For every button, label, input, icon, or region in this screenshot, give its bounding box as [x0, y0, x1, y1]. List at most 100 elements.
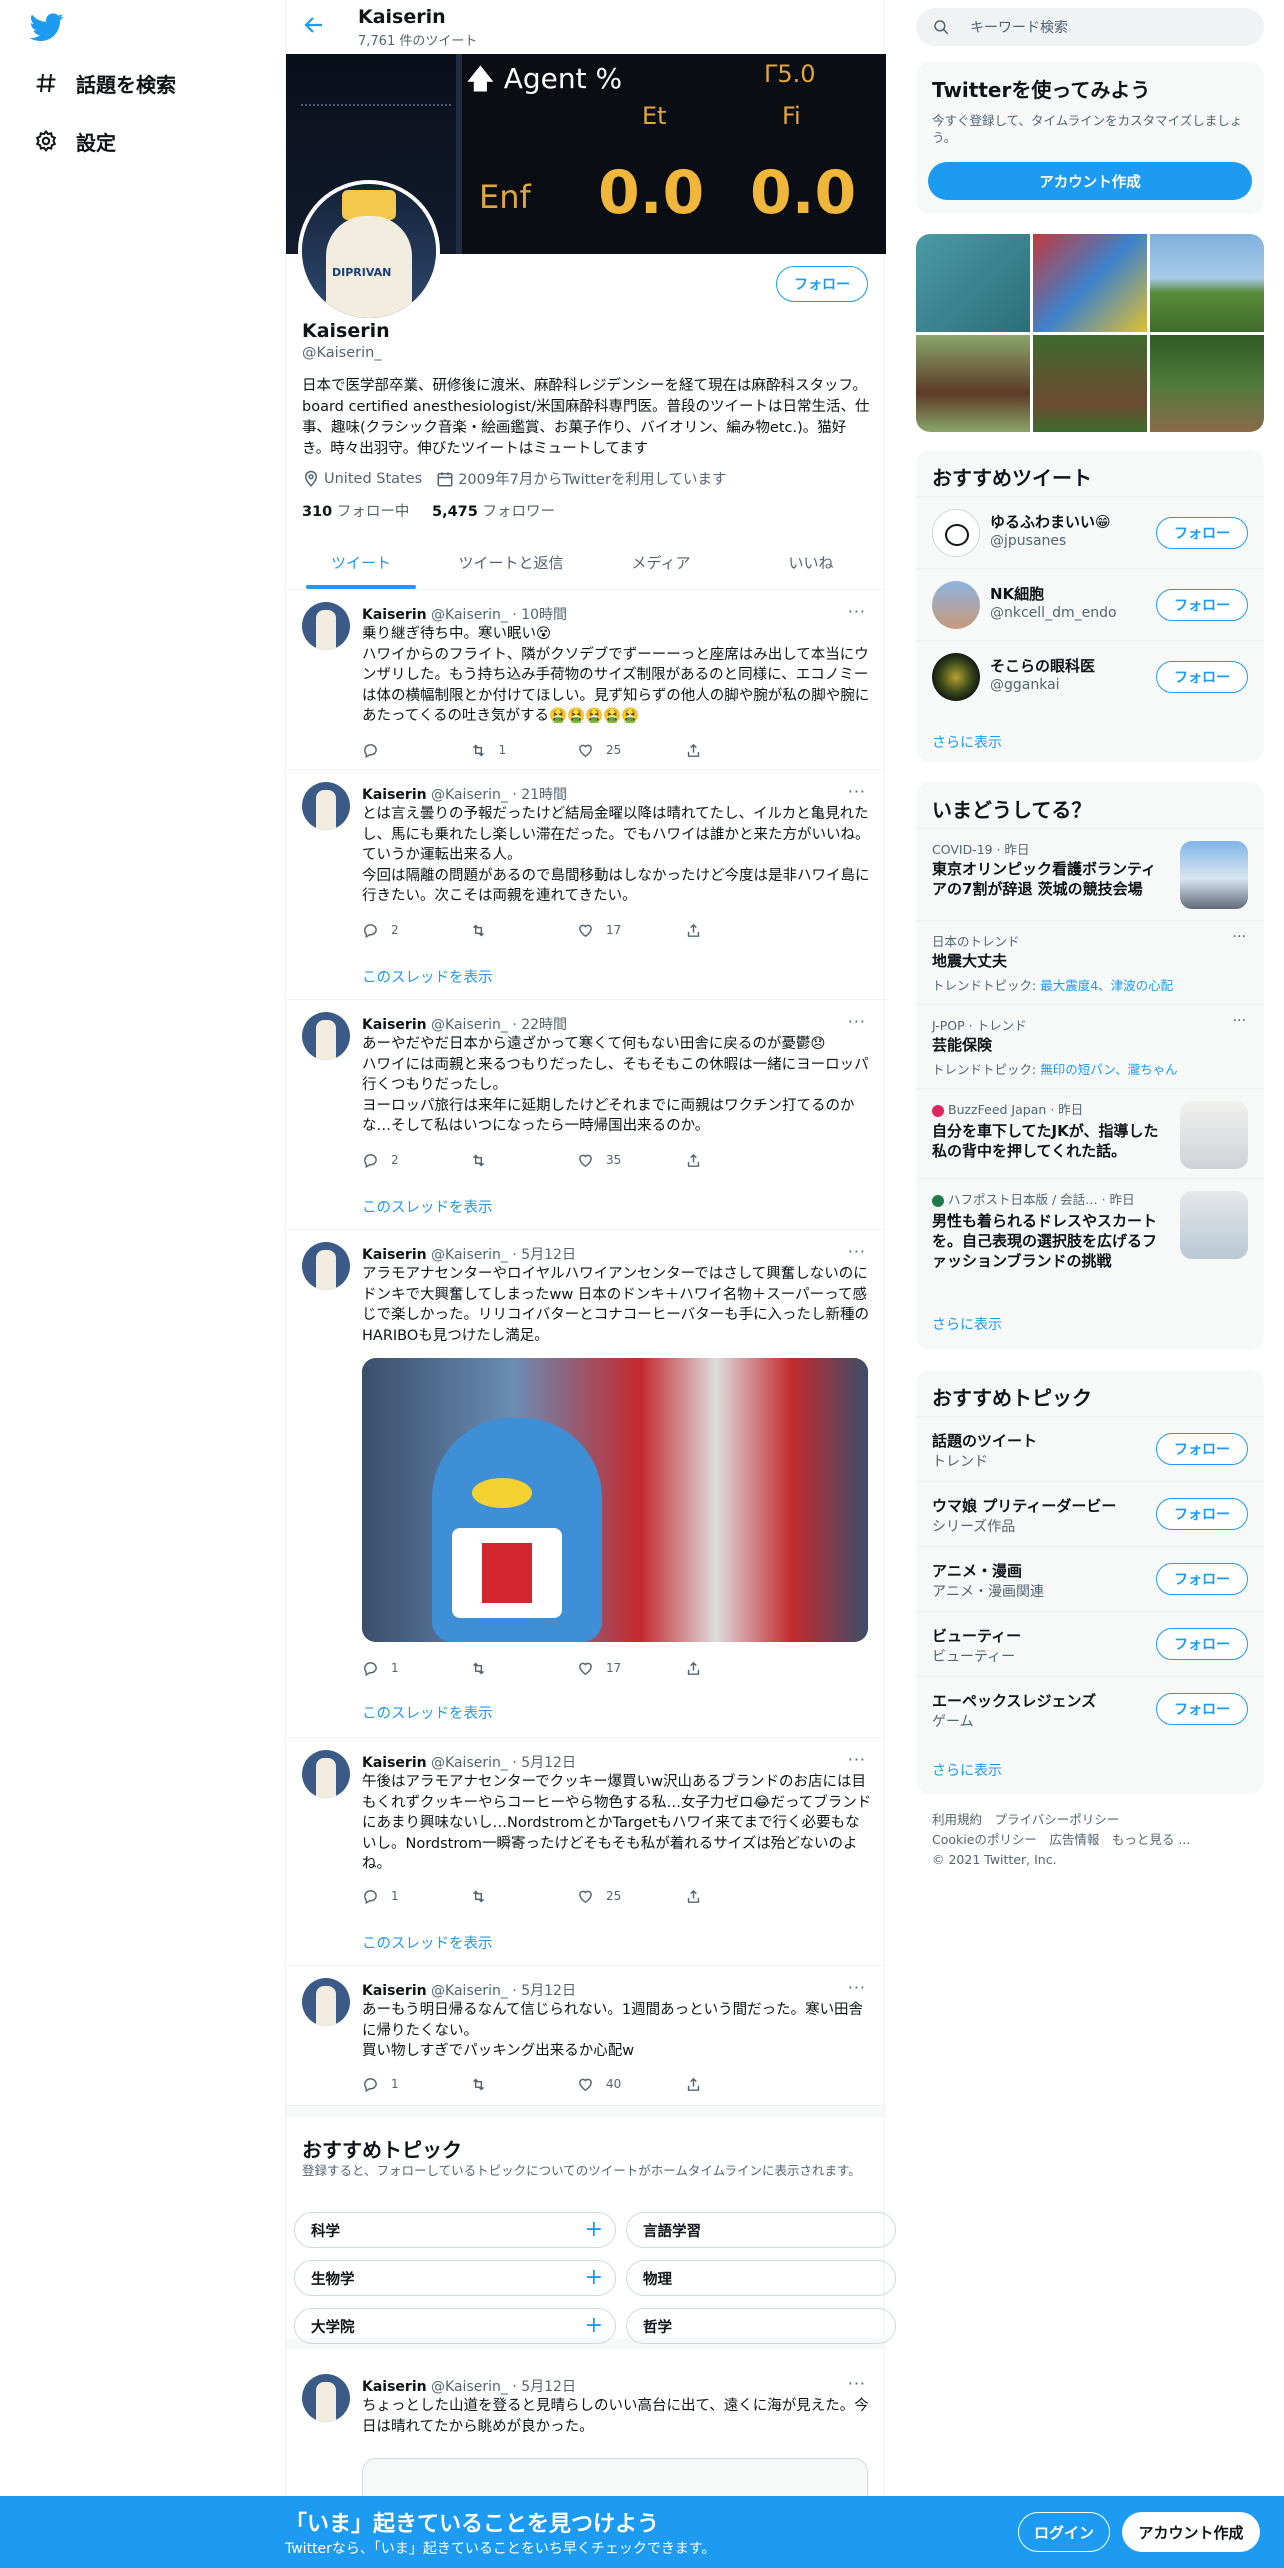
- trend-subtitle-topics[interactable]: 最大震度4、津波の心配: [1040, 978, 1173, 993]
- avatar[interactable]: [932, 581, 980, 629]
- tweet-author[interactable]: Kaiserin: [362, 1983, 427, 1999]
- retweet-button[interactable]: [470, 2074, 578, 2094]
- create-account-button[interactable]: アカウント作成: [928, 162, 1252, 200]
- topic-item[interactable]: ウマ娘 プリティーダービー シリーズ作品 フォロー: [916, 1481, 1264, 1546]
- tweet-author[interactable]: Kaiserin: [362, 2379, 427, 2395]
- trend-item[interactable]: COVID-19 · 昨日 東京オリンピック看護ボランティアの7割が辞退 茨城の…: [916, 828, 1264, 920]
- tweet-avatar[interactable]: [302, 1242, 350, 1290]
- tweet[interactable]: Kaiserin @Kaiserin_ · 5月12日 ··· ちょっとした山道…: [286, 2362, 886, 2518]
- like-button[interactable]: 17: [577, 1658, 685, 1678]
- twitter-logo-icon[interactable]: [29, 10, 64, 44]
- more-icon[interactable]: ···: [848, 1242, 866, 1261]
- tweet-author[interactable]: Kaiserin: [362, 1247, 427, 1263]
- like-button[interactable]: 35: [577, 1150, 685, 1170]
- reply-button[interactable]: 2: [362, 920, 470, 940]
- tweet-avatar[interactable]: [302, 1750, 350, 1798]
- show-more-link[interactable]: さらに表示: [932, 732, 1002, 752]
- tab-media[interactable]: メディア: [586, 536, 736, 589]
- topic-item[interactable]: アニメ・漫画 アニメ・漫画関連 フォロー: [916, 1546, 1264, 1611]
- tweet[interactable]: Kaiserin @Kaiserin_ · 5月12日 ··· アラモアナセンタ…: [286, 1230, 886, 1738]
- follow-button[interactable]: フォロー: [1156, 1433, 1248, 1465]
- followers-link[interactable]: 5,475 フォロワー: [432, 504, 555, 520]
- rec-user-name[interactable]: そこらの眼科医: [990, 655, 1095, 676]
- follow-button[interactable]: フォロー: [1156, 1563, 1248, 1595]
- avatar[interactable]: [932, 509, 980, 557]
- more-icon[interactable]: ···: [1233, 929, 1246, 945]
- media-thumb-landscape[interactable]: [1150, 234, 1264, 332]
- topic-pill[interactable]: 生物学 +: [294, 2260, 616, 2296]
- trend-item[interactable]: ハフポスト日本版 / 会話… · 昨日 男性も着られるドレスやスカートを。自己表…: [916, 1178, 1264, 1306]
- avatar[interactable]: [932, 653, 980, 701]
- search-box[interactable]: キーワード検索: [916, 8, 1264, 46]
- reply-button[interactable]: [362, 740, 470, 760]
- media-grid[interactable]: [916, 234, 1264, 432]
- like-button[interactable]: 25: [577, 740, 685, 760]
- footer-line-1[interactable]: 利用規約 プライバシーポリシー: [932, 1810, 1190, 1830]
- media-thumb-forest[interactable]: [1150, 335, 1264, 432]
- topic-item[interactable]: ビューティー ビューティー フォロー: [916, 1611, 1264, 1676]
- share-button[interactable]: [685, 740, 793, 760]
- follow-button[interactable]: フォロー: [1156, 1498, 1248, 1530]
- retweet-button[interactable]: [470, 1886, 578, 1906]
- back-arrow-icon[interactable]: [302, 13, 330, 41]
- retweet-button[interactable]: [470, 920, 578, 940]
- show-thread-link[interactable]: このスレッドを表示: [362, 1932, 493, 1953]
- tweet[interactable]: Kaiserin @Kaiserin_ · 10時間 ··· 乗り継ぎ待ち中。寒…: [286, 590, 886, 770]
- media-thumb-penguin[interactable]: [1033, 234, 1147, 332]
- share-button[interactable]: [685, 920, 793, 940]
- tab-likes[interactable]: いいね: [736, 536, 886, 589]
- tweet-avatar[interactable]: [302, 782, 350, 830]
- follow-button[interactable]: フォロー: [1156, 589, 1248, 621]
- search-input[interactable]: キーワード検索: [970, 17, 1068, 37]
- tweet-photo[interactable]: [362, 1358, 868, 1642]
- reply-button[interactable]: 1: [362, 1658, 470, 1678]
- nav-explore[interactable]: 話題を検索: [32, 63, 176, 103]
- tab-tweets[interactable]: ツイート: [286, 536, 436, 589]
- tweet[interactable]: Kaiserin @Kaiserin_ · 5月12日 ··· あーもう明日帰る…: [286, 1966, 886, 2106]
- footer-line-2[interactable]: Cookieのポリシー 広告情報 もっと見る ...: [932, 1830, 1190, 1850]
- more-icon[interactable]: ···: [848, 1012, 866, 1031]
- tweet[interactable]: Kaiserin @Kaiserin_ · 21時間 ··· とは言え曇りの予報…: [286, 770, 886, 1000]
- tweet[interactable]: Kaiserin @Kaiserin_ · 22時間 ··· あーやだやだ日本か…: [286, 1000, 886, 1230]
- show-thread-link[interactable]: このスレッドを表示: [362, 966, 493, 987]
- topic-pill[interactable]: 物理: [626, 2260, 896, 2296]
- nav-settings[interactable]: 設定: [32, 121, 116, 161]
- profile-avatar[interactable]: DIPRIVAN: [298, 180, 440, 322]
- like-button[interactable]: 25: [577, 1886, 685, 1906]
- more-icon[interactable]: ···: [848, 602, 866, 621]
- follow-button[interactable]: フォロー: [776, 266, 868, 302]
- trend-item[interactable]: BuzzFeed Japan · 昨日 自分を車下してたJKが、指導した私の背中…: [916, 1088, 1264, 1178]
- rec-user[interactable]: NK細胞 @nkcell_dm_endo フォロー: [916, 568, 1264, 640]
- share-button[interactable]: [685, 1658, 793, 1678]
- tab-tweets-replies[interactable]: ツイートと返信: [436, 536, 586, 589]
- topic-pill[interactable]: 科学 +: [294, 2212, 616, 2248]
- follow-button[interactable]: フォロー: [1156, 661, 1248, 693]
- follow-button[interactable]: フォロー: [1156, 1628, 1248, 1660]
- media-thumb-trail[interactable]: [1033, 335, 1147, 432]
- login-button[interactable]: ログイン: [1018, 2512, 1110, 2552]
- more-icon[interactable]: ···: [1233, 1013, 1246, 1029]
- follow-button[interactable]: フォロー: [1156, 1693, 1248, 1725]
- follow-button[interactable]: フォロー: [1156, 517, 1248, 549]
- show-thread-link[interactable]: このスレッドを表示: [362, 1702, 493, 1723]
- retweet-button[interactable]: 1: [470, 740, 578, 760]
- share-button[interactable]: [685, 1886, 793, 1906]
- trend-item[interactable]: J-POP · トレンド ··· 芸能保険 トレンドトピック: 無印の短パン、瀧…: [916, 1004, 1264, 1088]
- topic-item[interactable]: 話題のツイート トレンド フォロー: [916, 1416, 1264, 1481]
- media-thumb-turtle[interactable]: [916, 234, 1030, 332]
- trend-item[interactable]: 日本のトレンド ··· 地震大丈夫 トレンドトピック: 最大震度4、津波の心配: [916, 920, 1264, 1004]
- reply-button[interactable]: 2: [362, 1150, 470, 1170]
- more-icon[interactable]: ···: [848, 1750, 866, 1769]
- following-link[interactable]: 310 フォロー中: [302, 504, 409, 520]
- topic-pill[interactable]: 哲学: [626, 2308, 896, 2344]
- rec-user[interactable]: そこらの眼科医 @ggankai フォロー: [916, 640, 1264, 712]
- reply-button[interactable]: 1: [362, 1886, 470, 1906]
- rec-user-name[interactable]: NK細胞: [990, 583, 1044, 604]
- retweet-button[interactable]: [470, 1658, 578, 1678]
- tweet-avatar[interactable]: [302, 1978, 350, 2026]
- tweet-author[interactable]: Kaiserin: [362, 787, 427, 803]
- topic-item[interactable]: エーペックスレジェンズ ゲーム フォロー: [916, 1676, 1264, 1741]
- like-button[interactable]: 40: [577, 2074, 685, 2094]
- tweet-author[interactable]: Kaiserin: [362, 1017, 427, 1033]
- reply-button[interactable]: 1: [362, 2074, 470, 2094]
